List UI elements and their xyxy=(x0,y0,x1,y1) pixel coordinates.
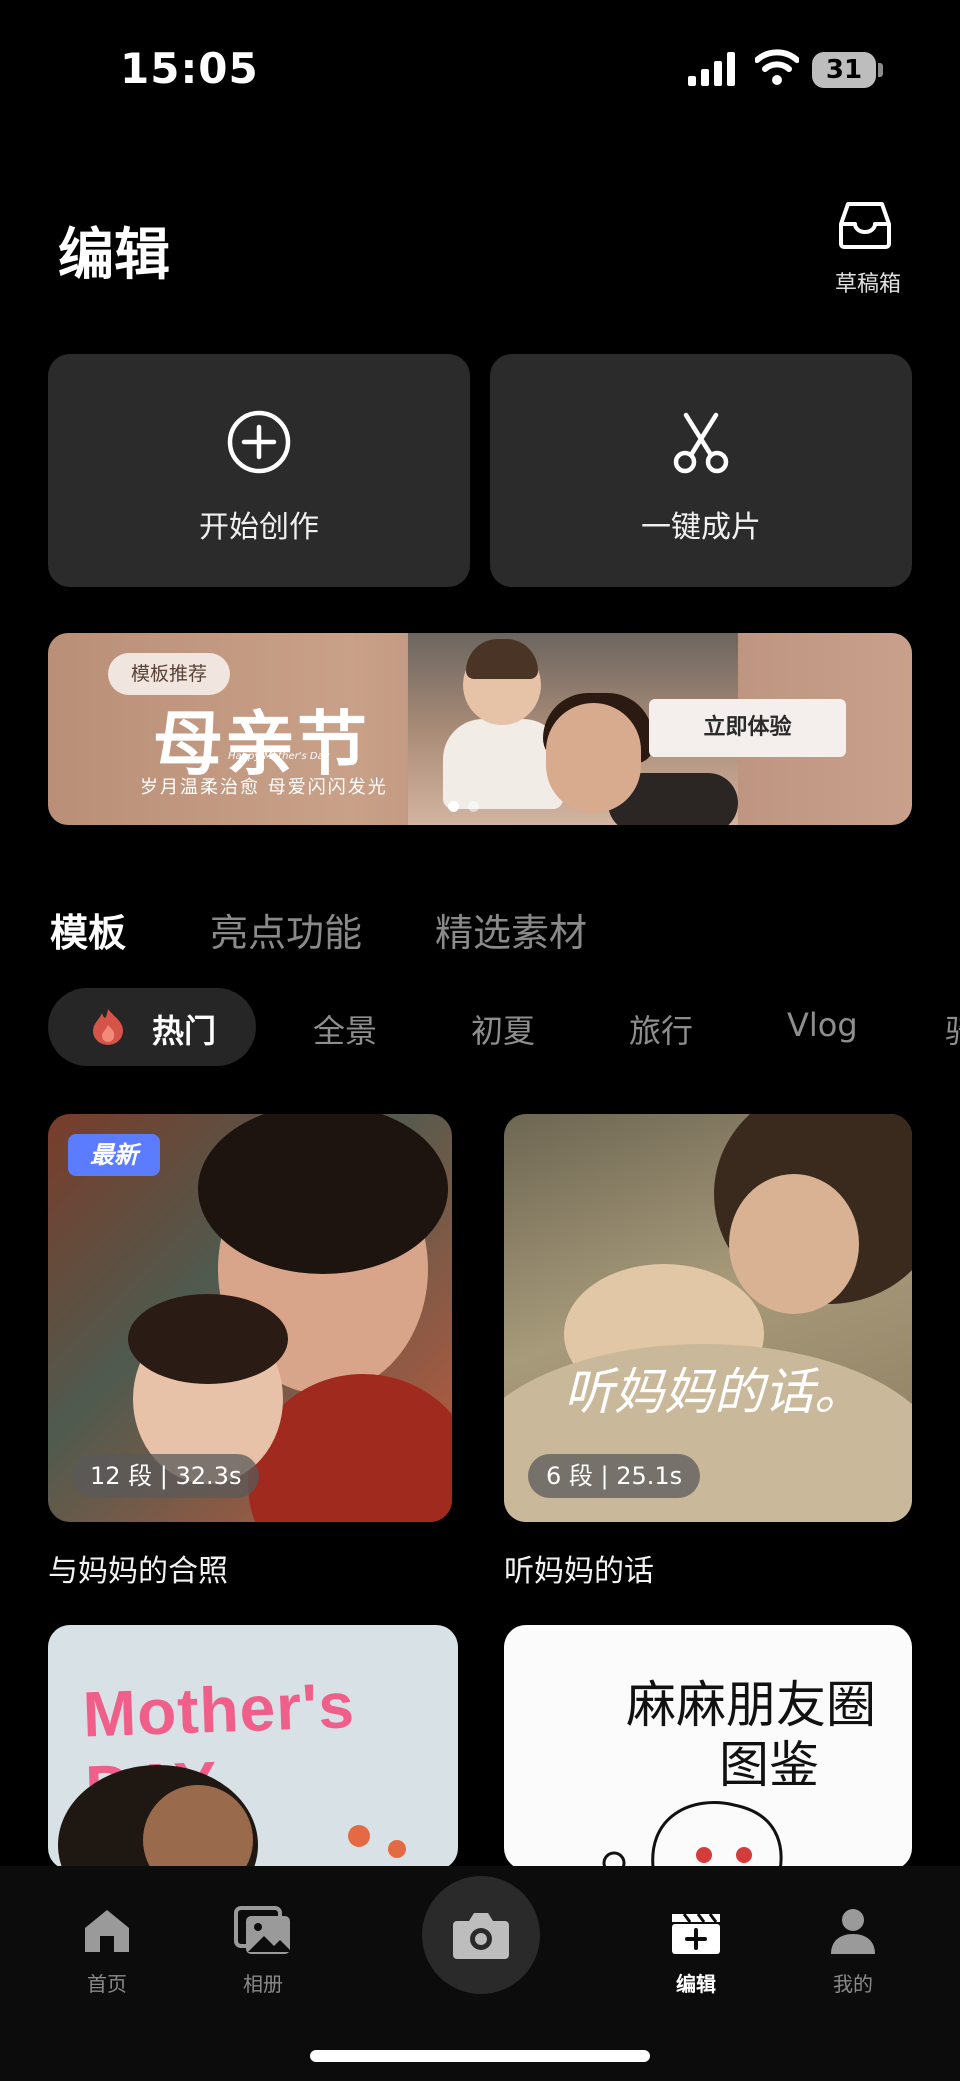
bottom-tab-bar: 首页 相册 编辑 我的 xyxy=(0,1866,960,2081)
segment-info: 6 段 | 25.1s xyxy=(528,1454,701,1498)
banner-mother-face xyxy=(546,703,641,813)
person-icon xyxy=(831,1909,875,1954)
scissors-icon xyxy=(673,412,729,474)
battery-indicator: 31 xyxy=(812,52,876,88)
nav-album-label: 相册 xyxy=(243,1972,283,1996)
template-title[interactable]: 听妈妈的话 xyxy=(504,1546,654,1590)
carousel-dot-active xyxy=(448,801,459,812)
clapperboard-icon xyxy=(672,1913,720,1954)
new-badge: 最新 xyxy=(68,1134,160,1176)
carousel-dot xyxy=(468,801,479,812)
template-thumbnail[interactable]: 麻麻朋友圈 图鉴 xyxy=(504,1625,912,1870)
chip-hot[interactable]: 热门 xyxy=(48,988,256,1066)
photo-child-hair xyxy=(128,1294,288,1384)
banner-happy-text: Happy Mother's Day xyxy=(228,751,330,762)
nav-home-label: 首页 xyxy=(87,1972,127,1996)
chip-vlog[interactable]: Vlog xyxy=(787,1006,858,1044)
status-time: 15:05 xyxy=(120,44,259,93)
template-thumbnail[interactable]: 最新 12 段 | 32.3s xyxy=(48,1114,452,1522)
banner-try-now-button[interactable]: 立即体验 xyxy=(649,699,846,757)
one-click-film-button[interactable]: 一键成片 xyxy=(490,354,912,587)
wifi-icon xyxy=(755,49,799,85)
tab-materials[interactable]: 精选素材 xyxy=(435,902,587,957)
signal-icon xyxy=(688,52,735,86)
photo-mother-face xyxy=(729,1174,859,1314)
mothers-day-banner[interactable]: 模板推荐 母亲节 Happy Mother's Day 岁月温柔治愈 母爱闪闪发… xyxy=(48,633,912,825)
template-thumbnail[interactable]: 听妈妈的话。 6 段 | 25.1s xyxy=(504,1114,912,1522)
chip-hot-label: 热门 xyxy=(152,1012,217,1050)
chip-riding[interactable]: 骑 xyxy=(945,1006,960,1052)
nav-profile[interactable]: 我的 xyxy=(793,1906,913,1997)
camera-button[interactable] xyxy=(422,1876,540,1994)
one-click-film-label: 一键成片 xyxy=(641,510,761,545)
banner-subtitle: 岁月温柔治愈 母爱闪闪发光 xyxy=(140,777,388,798)
chip-travel[interactable]: 旅行 xyxy=(629,1006,693,1052)
cartoon-drawing xyxy=(602,1801,783,1870)
flame-icon xyxy=(93,1009,123,1045)
start-creating-button[interactable]: 开始创作 xyxy=(48,354,470,587)
nav-edit-label: 编辑 xyxy=(676,1972,716,1996)
photo-flower xyxy=(348,1825,370,1847)
tab-highlights[interactable]: 亮点功能 xyxy=(210,902,362,957)
plus-circle-icon xyxy=(227,410,291,474)
drafts-button[interactable] xyxy=(826,200,904,250)
segment-info: 12 段 | 32.3s xyxy=(72,1454,260,1498)
battery-tip xyxy=(878,63,883,77)
inbox-icon xyxy=(839,202,891,249)
camera-icon xyxy=(453,1913,509,1959)
chip-panorama[interactable]: 全景 xyxy=(313,1006,377,1052)
nav-profile-label: 我的 xyxy=(833,1972,873,1996)
home-icon xyxy=(85,1910,129,1952)
photo-flower xyxy=(388,1840,406,1858)
tab-templates[interactable]: 模板 xyxy=(50,902,126,957)
gallery-icon xyxy=(234,1906,290,1954)
page-title: 编辑 xyxy=(58,223,170,288)
template-title[interactable]: 与妈妈的合照 xyxy=(48,1546,228,1590)
nav-home[interactable]: 首页 xyxy=(47,1906,167,1997)
start-creating-label: 开始创作 xyxy=(199,510,319,545)
home-indicator xyxy=(310,2050,650,2062)
thumbnail-handwriting: 听妈妈的话。 xyxy=(564,1363,864,1421)
template-thumbnail[interactable]: Mother's DAY xyxy=(48,1625,458,1870)
drafts-label: 草稿箱 xyxy=(834,272,901,297)
nav-album[interactable]: 相册 xyxy=(203,1906,323,1997)
nav-edit[interactable]: 编辑 xyxy=(636,1906,756,1997)
chip-early-summer[interactable]: 初夏 xyxy=(471,1006,535,1052)
